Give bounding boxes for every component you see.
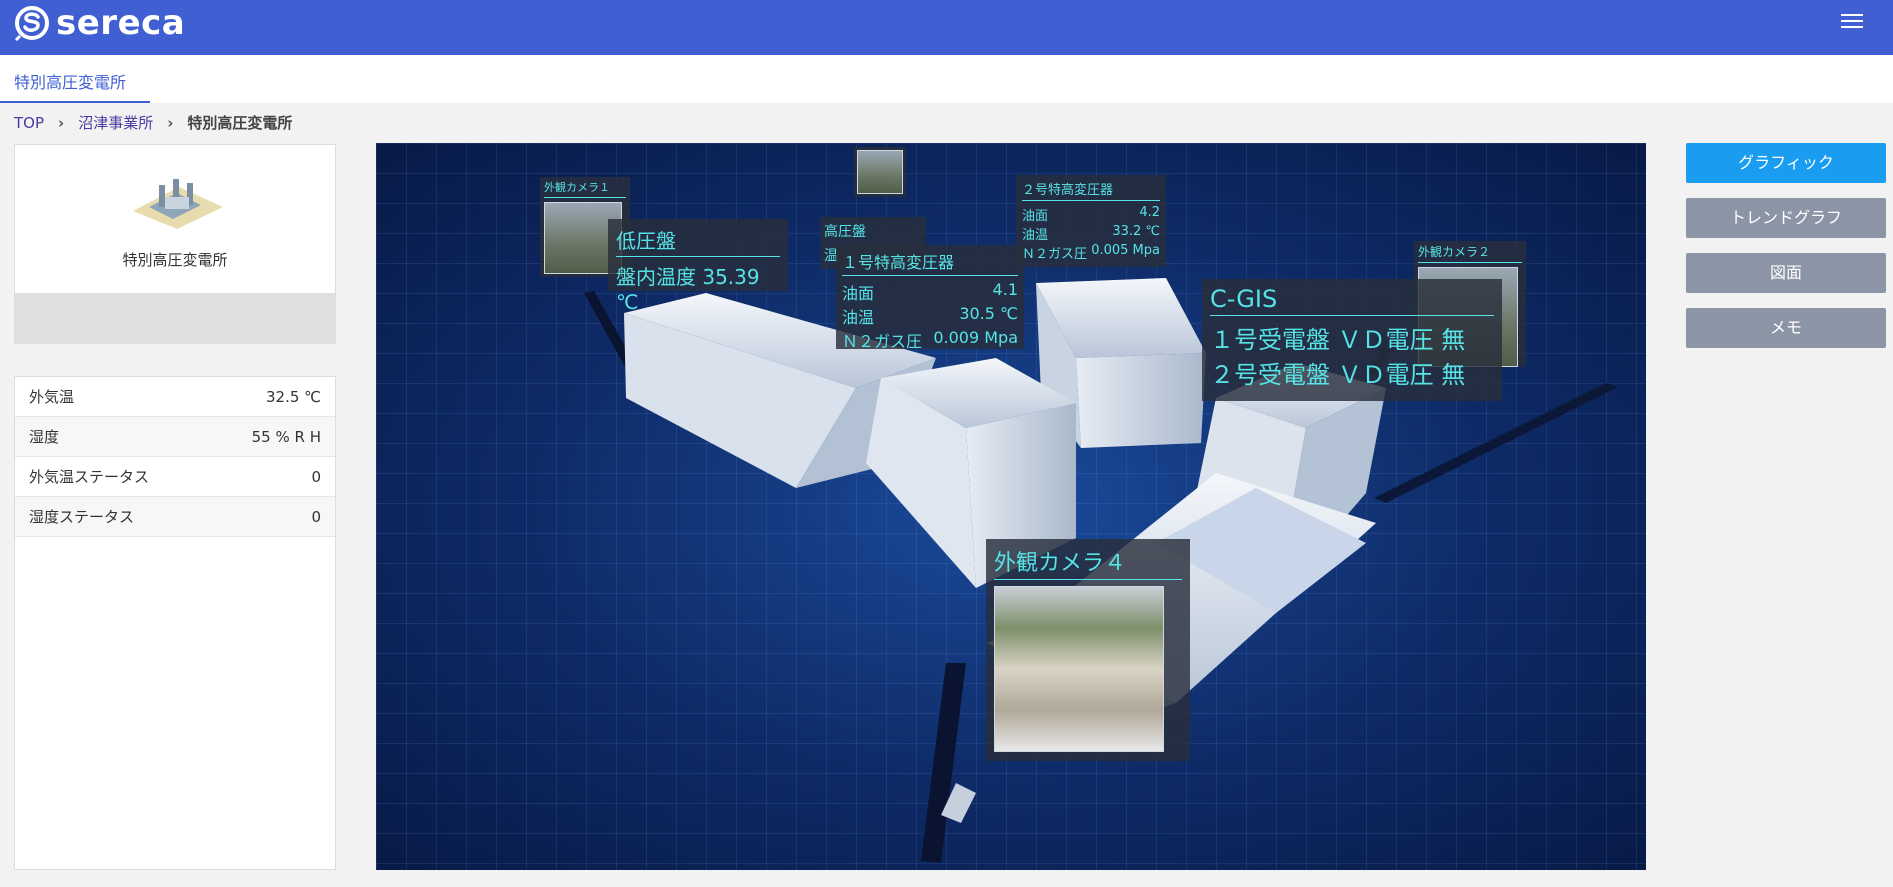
trend-graph-button[interactable]: トレンドグラフ xyxy=(1686,198,1886,238)
status-label: 外気温 xyxy=(29,388,75,406)
status-row-outside-temp: 外気温 32.5 ℃ xyxy=(15,377,335,417)
transformer2-title: ２号特高変圧器 xyxy=(1022,179,1160,201)
status-value: 55 % R H xyxy=(251,427,321,446)
logo-text: sereca xyxy=(56,3,186,43)
site-card[interactable]: 特別高圧変電所 xyxy=(14,144,336,344)
tab-bar: 特別高圧変電所 xyxy=(0,55,1893,103)
site-card-footer xyxy=(15,293,335,343)
status-row-outside-temp-status: 外気温ステータス 0 xyxy=(15,457,335,497)
site-name: 特別高圧変電所 xyxy=(122,251,228,269)
status-value: 0 xyxy=(311,467,321,486)
3d-viewport[interactable]: 外観カメラ１ 高圧盤 温 低圧盤 盤内温度 35.39 ℃ ２号特高変圧器 油面… xyxy=(376,143,1646,870)
sereca-logo-icon xyxy=(14,6,49,41)
chevron-right-icon: › xyxy=(58,113,65,132)
substation-thumbnail-icon xyxy=(133,179,223,229)
cgis-line2: ２号受電盤 ＶＤ電圧 無 xyxy=(1210,361,1466,389)
breadcrumb: TOP › 沼津事業所 › 特別高圧変電所 xyxy=(14,112,292,133)
drawing-button[interactable]: 図面 xyxy=(1686,253,1886,293)
camera3-image xyxy=(857,150,903,194)
transformer2-row: 油面 4.2 xyxy=(1022,205,1160,224)
status-panel: 外気温 32.5 ℃ 湿度 55 % R H 外気温ステータス 0 湿度ステータ… xyxy=(14,376,336,870)
camera4-image xyxy=(994,586,1164,752)
status-label: 外気温ステータス xyxy=(29,468,150,486)
cgis-title: C-GIS xyxy=(1210,285,1494,316)
breadcrumb-current: 特別高圧変電所 xyxy=(187,114,293,132)
hamburger-menu-icon[interactable] xyxy=(1841,14,1863,32)
camera4-tag[interactable]: 外観カメラ４ xyxy=(986,539,1190,761)
status-row-humidity-status: 湿度ステータス 0 xyxy=(15,497,335,537)
logo[interactable]: sereca xyxy=(14,3,186,43)
transformer1-row: 油面 4.1 xyxy=(842,280,1018,303)
camera2-title: 外観カメラ２ xyxy=(1418,243,1522,263)
graphic-button[interactable]: グラフィック xyxy=(1686,143,1886,183)
chevron-right-icon: › xyxy=(167,113,174,132)
transformer1-row: Ｎ２ガス圧 0.009 Mpa xyxy=(842,328,1018,351)
low-voltage-temp: 盤内温度 35.39 ℃ xyxy=(616,265,760,314)
status-value: 32.5 ℃ xyxy=(265,387,321,406)
transformer2-row: Ｎ２ガス圧 0.005 Mpa xyxy=(1022,243,1160,262)
top-bar: sereca xyxy=(0,0,1893,55)
breadcrumb-numazu[interactable]: 沼津事業所 xyxy=(78,112,153,133)
transformer2-tag[interactable]: ２号特高変圧器 油面 4.2 油温 33.2 ℃ Ｎ２ガス圧 0.005 Mpa xyxy=(1016,175,1166,267)
transformer1-title: １号特高変圧器 xyxy=(842,249,1018,276)
status-label: 湿度 xyxy=(29,428,60,446)
status-label: 湿度ステータス xyxy=(29,508,135,526)
camera1-title: 外観カメラ１ xyxy=(544,179,626,198)
cgis-line1: １号受電盤 ＶＤ電圧 無 xyxy=(1210,326,1466,354)
camera3-tag[interactable] xyxy=(854,147,906,197)
transformer1-tag[interactable]: １号特高変圧器 油面 4.1 油温 30.5 ℃ Ｎ２ガス圧 0.009 Mpa xyxy=(836,245,1024,351)
low-voltage-title: 低圧盤 xyxy=(616,225,780,257)
memo-button[interactable]: メモ xyxy=(1686,308,1886,348)
tab-substation[interactable]: 特別高圧変電所 xyxy=(0,55,150,103)
cgis-tag[interactable]: C-GIS １号受電盤 ＶＤ電圧 無 ２号受電盤 ＶＤ電圧 無 xyxy=(1202,279,1502,401)
status-row-humidity: 湿度 55 % R H xyxy=(15,417,335,457)
transformer1-row: 油温 30.5 ℃ xyxy=(842,304,1018,327)
transformer2-row: 油温 33.2 ℃ xyxy=(1022,224,1160,243)
breadcrumb-top[interactable]: TOP xyxy=(14,114,44,132)
low-voltage-tag[interactable]: 低圧盤 盤内温度 35.39 ℃ xyxy=(608,219,788,314)
status-value: 0 xyxy=(311,507,321,526)
high-voltage-title: 高圧盤 xyxy=(824,224,866,240)
camera4-title: 外観カメラ４ xyxy=(994,545,1182,580)
